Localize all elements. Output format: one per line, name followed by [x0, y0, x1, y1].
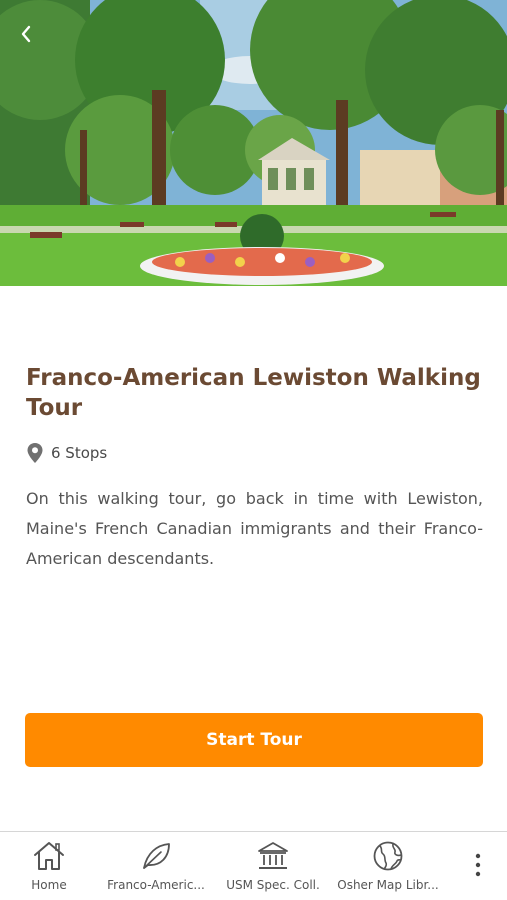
leaf-icon: [143, 843, 170, 869]
more-vertical-icon: [475, 853, 481, 877]
tab-osher-map-library[interactable]: Osher Map Libr...: [330, 832, 446, 900]
stops-label: 6 Stops: [51, 444, 108, 462]
park-postcard-illustration: [0, 0, 507, 286]
tab-usm-special-collections[interactable]: USM Spec. Coll.: [218, 832, 328, 900]
tab-osher-map-library-label: Osher Map Libr...: [337, 878, 439, 892]
start-tour-button[interactable]: Start Tour: [25, 713, 483, 767]
back-button[interactable]: [10, 18, 42, 50]
home-icon: [34, 842, 64, 870]
tab-franco-american[interactable]: Franco-Americ...: [100, 832, 212, 900]
chevron-left-icon: [21, 25, 31, 43]
hero-image: [0, 0, 507, 286]
tab-franco-american-label: Franco-Americ...: [107, 878, 205, 892]
map-pin-icon: [27, 443, 43, 463]
stops-count: 6 Stops: [26, 441, 107, 465]
tab-usm-special-collections-label: USM Spec. Coll.: [226, 878, 320, 892]
bottom-tab-bar: Home Franco-Americ... USM Spec. Coll. Os…: [0, 831, 507, 900]
tour-description: On this walking tour, go back in time wi…: [26, 489, 483, 568]
bank-icon: [258, 842, 288, 869]
tab-home[interactable]: Home: [14, 832, 84, 900]
tour-title: Franco-American Lewiston Walking Tour: [26, 365, 481, 421]
globe-icon: [373, 841, 403, 871]
more-menu-button[interactable]: [466, 850, 490, 880]
tab-home-label: Home: [31, 878, 67, 892]
